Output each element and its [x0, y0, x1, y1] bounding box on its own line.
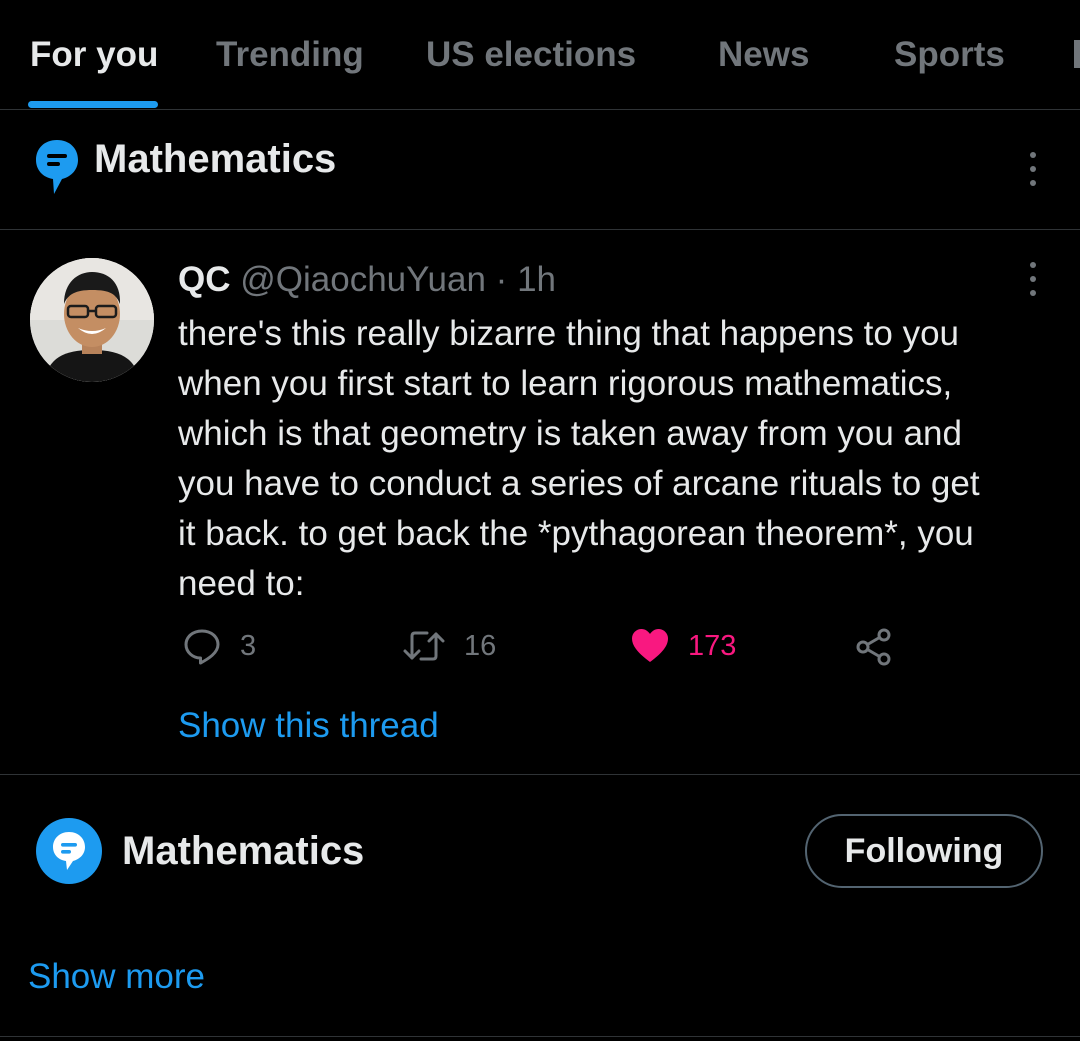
share-button[interactable] [854, 626, 894, 666]
tweet[interactable]: QC @QiaochuYuan · 1h there's this really… [0, 231, 1080, 775]
topic-follow-row: Mathematics Following [0, 776, 1080, 926]
tab-trending[interactable]: Trending [216, 34, 364, 76]
tab-bar: For you Trending US elections News Sport… [0, 0, 1080, 110]
topic-speech-bubble-icon [36, 140, 78, 194]
reply-icon [184, 629, 220, 665]
meta-separator: · [495, 260, 508, 299]
timestamp[interactable]: 1h [517, 260, 556, 299]
topic-name[interactable]: Mathematics [122, 828, 364, 874]
tweet-header: QC @QiaochuYuan · 1h [178, 259, 556, 301]
following-button[interactable]: Following [805, 814, 1043, 888]
reply-button[interactable]: 3 [182, 626, 256, 666]
show-more-link[interactable]: Show more [28, 956, 205, 998]
like-button[interactable]: 173 [630, 626, 736, 666]
tab-us-elections[interactable]: US elections [426, 34, 636, 76]
topic-title[interactable]: Mathematics [94, 136, 336, 182]
reply-count: 3 [240, 629, 257, 662]
share-icon [856, 628, 891, 666]
display-name[interactable]: QC [178, 260, 231, 299]
tweet-more-icon[interactable] [1023, 259, 1043, 299]
active-tab-indicator [28, 101, 158, 108]
divider [0, 1036, 1080, 1037]
tab-for-you[interactable]: For you [30, 34, 158, 76]
handle[interactable]: @QiaochuYuan [240, 260, 486, 299]
heart-filled-icon [632, 629, 668, 662]
show-thread-link[interactable]: Show this thread [178, 705, 439, 747]
tweet-text: there's this really bizarre thing that h… [178, 314, 980, 603]
retweet-button[interactable]: 16 [402, 626, 496, 666]
topic-more-icon[interactable] [1023, 149, 1043, 189]
like-count: 173 [688, 629, 737, 662]
retweet-count: 16 [464, 629, 497, 662]
avatar[interactable] [30, 258, 154, 382]
retweet-icon [403, 631, 445, 661]
tab-news[interactable]: News [718, 34, 809, 76]
topic-speech-bubble-icon [36, 818, 102, 884]
tab-sports[interactable]: Sports [894, 34, 1005, 76]
tab-overflow-edge [1074, 40, 1080, 68]
